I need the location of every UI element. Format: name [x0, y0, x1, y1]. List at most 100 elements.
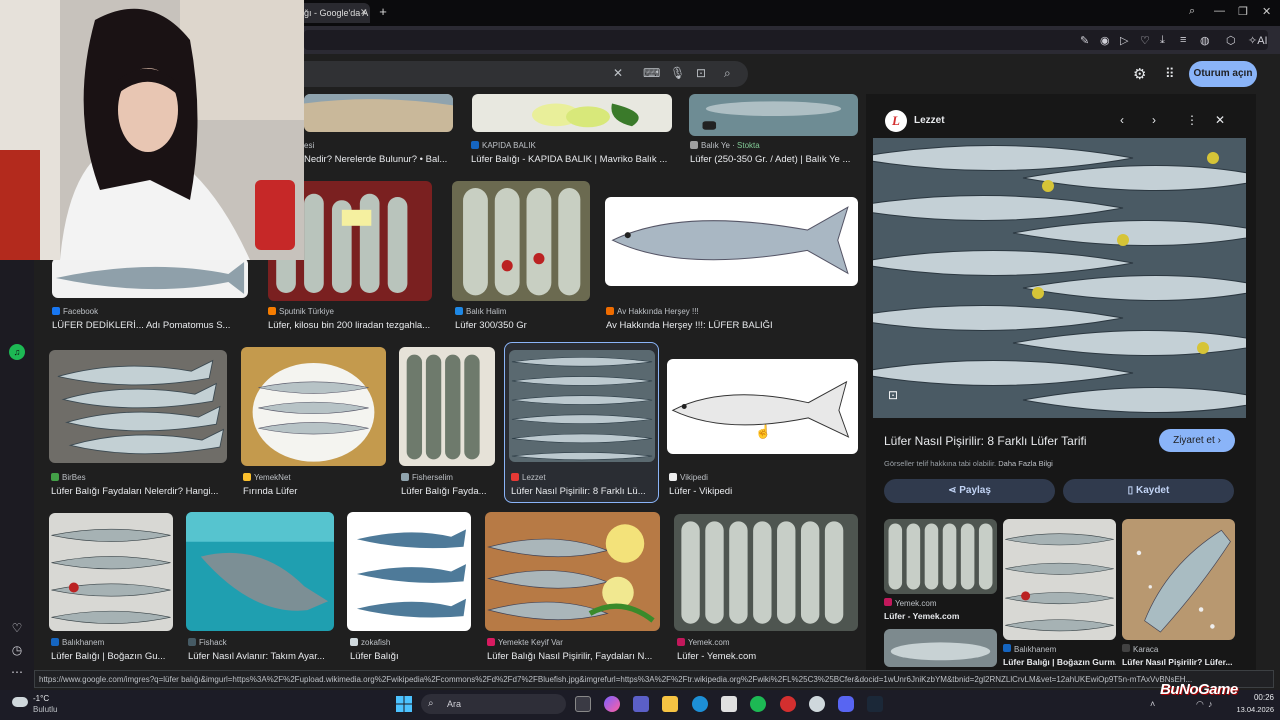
result-caption[interactable]: Lüfer 300/350 Gr — [455, 320, 595, 331]
related-image[interactable] — [1122, 519, 1235, 640]
site-name[interactable]: Lezzet — [914, 115, 945, 126]
result-image[interactable] — [452, 181, 590, 301]
copilot-icon[interactable] — [604, 696, 620, 712]
result-image[interactable] — [347, 512, 471, 631]
share-button[interactable]: ⋖ Paylaş — [884, 479, 1055, 503]
related-image[interactable] — [884, 519, 997, 594]
related-image[interactable] — [884, 629, 997, 667]
teams-icon[interactable] — [633, 696, 649, 712]
preview-title[interactable]: Lüfer Nasıl Pişirilir: 8 Farklı Lüfer Ta… — [884, 434, 1087, 448]
wifi-icon[interactable]: ◠ — [1196, 699, 1204, 710]
sign-in-button[interactable]: Oturum açın — [1189, 61, 1257, 87]
windows-start-icon[interactable] — [396, 696, 412, 712]
new-tab-button[interactable]: + — [375, 4, 391, 20]
related-title[interactable]: Lüfer - Yemek.com — [884, 611, 997, 621]
result-image[interactable] — [49, 513, 173, 631]
result-caption[interactable]: Lüfer Balığı Faydaları Nelerdir? Hangi..… — [51, 486, 229, 497]
related-title[interactable]: Lüfer Balığı | Boğazın Gurm... — [1003, 657, 1116, 667]
result-image[interactable] — [509, 350, 655, 462]
opera-icon[interactable] — [780, 696, 796, 712]
result-image[interactable] — [49, 350, 227, 463]
spotify-icon[interactable]: ♫ — [9, 344, 25, 360]
steam-icon[interactable] — [867, 696, 883, 712]
apps-grid-icon[interactable]: ⠿ — [1165, 66, 1175, 82]
result-caption[interactable]: Lüfer (250-350 Gr. / Adet) | Balık Ye ..… — [690, 154, 860, 165]
result-image[interactable] — [689, 94, 858, 136]
result-caption[interactable]: Nedir? Nerelerde Bulunur? • Bal... — [304, 154, 454, 165]
result-image[interactable] — [605, 197, 858, 286]
keyboard-icon[interactable]: ⌨ — [643, 66, 660, 80]
heart-sidebar-icon[interactable]: ♡ — [9, 620, 25, 636]
preview-image[interactable] — [873, 138, 1246, 418]
ai-button[interactable]: ✧AI — [1248, 34, 1268, 47]
result-image[interactable] — [186, 512, 334, 631]
next-icon[interactable]: › — [1152, 113, 1156, 127]
lens-icon[interactable]: ⊡ — [696, 66, 706, 80]
result-image[interactable] — [241, 347, 386, 466]
visit-button[interactable]: Ziyaret et › — [1159, 429, 1235, 452]
menu-icon[interactable]: ≡ — [1180, 34, 1186, 46]
edit-icon[interactable]: ✎ — [1080, 34, 1089, 47]
save-button[interactable]: ▯ Kaydet — [1063, 479, 1234, 503]
more-vert-icon[interactable]: ⋮ — [1186, 113, 1198, 127]
browser-tab[interactable]: ğı - Google'da A — [296, 3, 370, 23]
search-icon[interactable]: ⌕ — [724, 66, 731, 81]
result-caption[interactable]: Lüfer - Vikipedi — [669, 486, 859, 497]
result-caption[interactable]: Lüfer Balığı - KAPIDA BALIK | Mavriko Ba… — [471, 154, 673, 165]
profile-icon[interactable]: ◍ — [1200, 34, 1210, 47]
spotify-taskbar-icon[interactable] — [750, 696, 766, 712]
result-image[interactable] — [485, 512, 660, 631]
result-image[interactable] — [399, 347, 495, 466]
task-view-icon[interactable] — [575, 696, 591, 712]
result-caption[interactable]: Lüfer Nasıl Avlanır: Takım Ayar... — [188, 651, 336, 662]
cloud-icon[interactable] — [12, 697, 28, 707]
more-icon[interactable]: ⋯ — [9, 664, 25, 680]
volume-icon[interactable]: ♪ — [1208, 699, 1213, 709]
prev-icon[interactable]: ‹ — [1120, 113, 1124, 127]
result-image[interactable] — [674, 514, 858, 631]
download-icon[interactable]: ⤓ — [1160, 34, 1165, 47]
weather-condition[interactable]: Bulutlu — [33, 705, 57, 714]
store-icon[interactable] — [721, 696, 737, 712]
result-caption[interactable]: Fırında Lüfer — [243, 486, 388, 497]
file-explorer-icon[interactable] — [662, 696, 678, 712]
result-caption[interactable]: Lüfer Balığı — [350, 651, 474, 662]
camera-icon[interactable]: ◉ — [1100, 34, 1110, 47]
result-caption[interactable]: Lüfer - Yemek.com — [677, 651, 861, 662]
result-image[interactable] — [472, 94, 672, 132]
restore-icon[interactable]: ❐ — [1238, 5, 1248, 18]
clear-icon[interactable]: ✕ — [613, 66, 623, 80]
result-caption[interactable]: Av Hakkında Herşey !!!: LÜFER BALIĞI — [606, 320, 858, 331]
lens-search-icon[interactable]: ⊡ — [888, 388, 898, 402]
history-icon[interactable]: ◷ — [9, 642, 25, 658]
close-window-icon[interactable]: ✕ — [1262, 5, 1271, 18]
learn-more-link[interactable]: Daha Fazla Bilgi — [998, 459, 1053, 468]
extension-icon[interactable]: ⬡ — [1226, 34, 1236, 47]
browser-search-icon[interactable]: ⌕ — [1189, 5, 1195, 18]
result-source: KAPIDA BALIK — [471, 141, 671, 150]
result-caption[interactable]: Lüfer Balığı Fayda... — [401, 486, 497, 497]
result-caption[interactable]: Lüfer, kilosu bin 200 liradan tezgahla..… — [268, 320, 436, 331]
minimize-icon[interactable]: — — [1214, 5, 1225, 17]
microphone-icon[interactable]: 🎙 — [670, 66, 685, 80]
related-title[interactable]: Lüfer Nasıl Pişirilir? Lüfer... — [1122, 657, 1235, 667]
clock-date[interactable]: 13.04.2026 — [1224, 705, 1274, 714]
close-panel-icon[interactable]: ✕ — [1215, 113, 1225, 127]
result-caption[interactable]: Lüfer Nasıl Pişirilir: 8 Farklı Lü... — [511, 486, 657, 497]
tab-close-icon[interactable]: ✕ — [360, 7, 368, 18]
weather-temp[interactable]: -1°C — [33, 694, 49, 703]
taskbar-search-input[interactable]: Ara — [421, 694, 566, 714]
result-caption[interactable]: Lüfer Balığı Nasıl Pişirilir, Faydaları … — [487, 651, 662, 662]
result-caption[interactable]: LÜFER DEDİKLERİ... Adı Pomatomus S... — [52, 320, 248, 331]
discord-icon[interactable] — [838, 696, 854, 712]
edge-icon[interactable] — [692, 696, 708, 712]
result-image[interactable] — [52, 258, 248, 298]
play-icon[interactable]: ▷ — [1120, 34, 1128, 47]
result-caption[interactable]: Lüfer Balığı | Boğazın Gu... — [51, 651, 175, 662]
related-image[interactable] — [1003, 519, 1116, 640]
heart-icon[interactable]: ♡ — [1140, 34, 1150, 47]
settings-gear-icon[interactable]: ⚙ — [1133, 65, 1146, 83]
tray-chevron-up-icon[interactable]: ˄ — [1150, 699, 1155, 709]
result-image[interactable] — [304, 94, 453, 132]
app-icon[interactable] — [809, 696, 825, 712]
